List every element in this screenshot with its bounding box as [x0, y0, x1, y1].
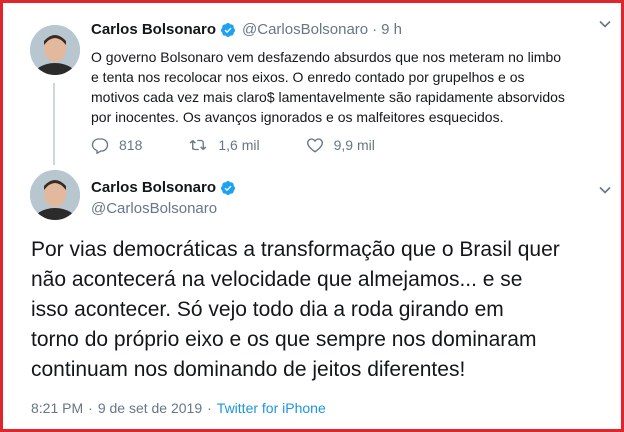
reply-count: 818 [119, 137, 143, 153]
screenshot-frame: Carlos Bolsonaro @CarlosBolsonaro · 9 h … [0, 0, 624, 432]
chevron-down-icon[interactable] [598, 17, 612, 31]
chevron-down-icon[interactable] [598, 183, 612, 197]
timestamp[interactable]: 9 h [381, 21, 402, 38]
verified-badge-icon [221, 22, 236, 37]
avatar[interactable] [30, 25, 80, 75]
thread-line [53, 83, 55, 165]
avatar-image [30, 170, 80, 220]
like-icon [306, 138, 323, 153]
verified-badge-icon [221, 180, 236, 195]
reply-icon [91, 138, 109, 154]
avatar[interactable] [30, 170, 80, 220]
tweet-actions: 818 1,6 mil 9,9 mil [91, 136, 421, 154]
main-tweet-text: Por vias democráticas a transformação qu… [31, 238, 560, 381]
retweet-count: 1,6 mil [218, 137, 260, 153]
like-button[interactable]: 9,9 mil [306, 136, 375, 154]
display-name[interactable]: Carlos Bolsonaro [91, 179, 216, 196]
like-count: 9,9 mil [333, 137, 375, 153]
reply-button[interactable]: 818 [91, 136, 142, 154]
tweet-metadata: 8:21 PM · 9 de set de 2019 · Twitter for… [31, 400, 326, 416]
handle[interactable]: @CarlosBolsonaro [91, 200, 217, 217]
quoted-tweet-header: Carlos Bolsonaro @CarlosBolsonaro · 9 h [91, 21, 402, 38]
avatar-image [30, 25, 80, 75]
retweet-icon [190, 139, 207, 151]
retweet-button[interactable]: 1,6 mil [188, 136, 260, 154]
separator: · [207, 400, 212, 416]
main-tweet-header: Carlos Bolsonaro [91, 179, 236, 196]
handle[interactable]: @CarlosBolsonaro [242, 21, 368, 38]
separator: · [372, 21, 378, 38]
display-name[interactable]: Carlos Bolsonaro [91, 21, 216, 38]
quoted-tweet-text: O governo Bolsonaro vem desfazendo absur… [91, 49, 565, 125]
tweet-time[interactable]: 8:21 PM [31, 400, 83, 416]
separator: · [88, 400, 93, 416]
tweet-date[interactable]: 9 de set de 2019 [98, 400, 202, 416]
source-link[interactable]: Twitter for iPhone [217, 400, 326, 416]
